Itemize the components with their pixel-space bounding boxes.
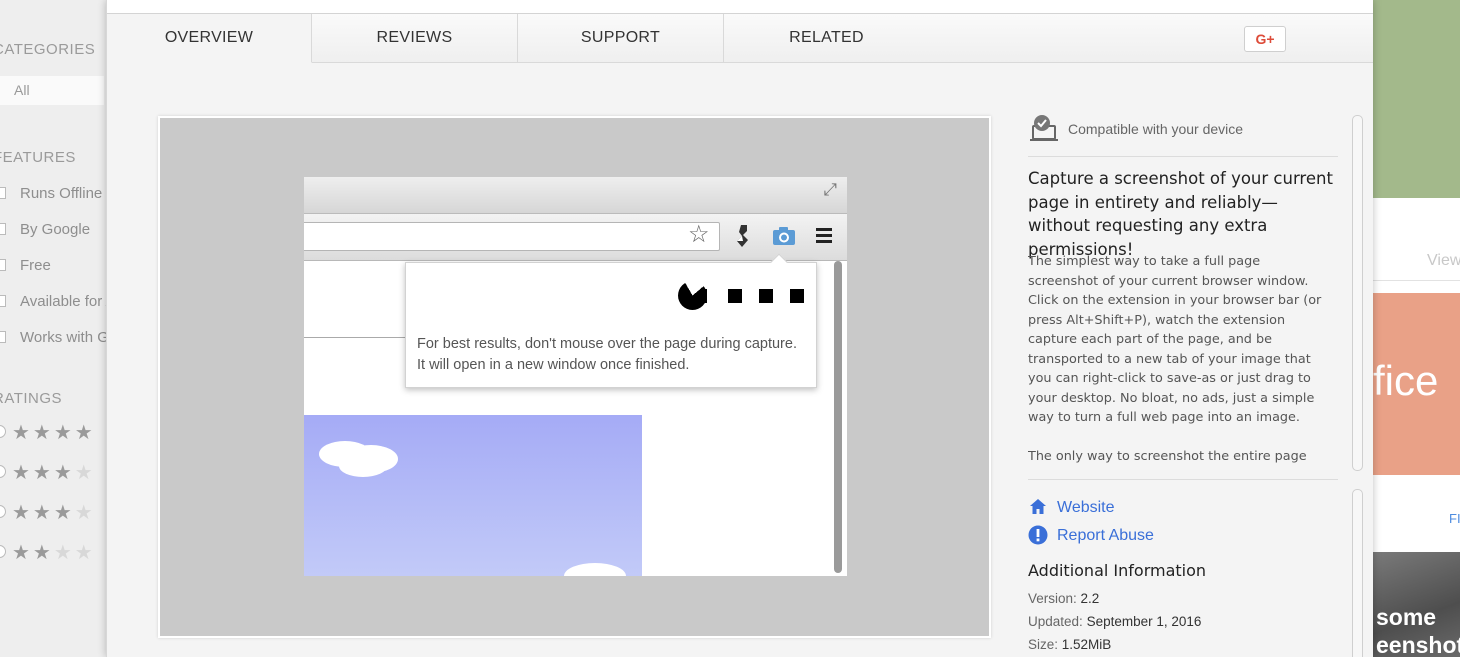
radio-icon[interactable] [0, 505, 6, 518]
screenshot-app-tile[interactable]: some eenshot [1373, 552, 1460, 657]
checkbox-icon[interactable] [0, 295, 6, 307]
checkbox-icon[interactable] [0, 331, 6, 343]
radio-icon[interactable] [0, 425, 6, 438]
divider [1028, 156, 1338, 157]
detail-tabs: OVERVIEW REVIEWS SUPPORT RELATED G+ [107, 14, 1373, 63]
screenshot-preview[interactable]: ⤢ ☆ For best results, don't mouse over t… [158, 116, 991, 638]
rating-filter-3[interactable]: ★★★★ [0, 460, 96, 485]
progress-dot [704, 289, 707, 303]
star-rating-icon: ★★★★ [12, 422, 96, 444]
tab-support[interactable]: SUPPORT [518, 14, 724, 63]
version-info: Version: 2.2 [1028, 591, 1099, 606]
menu-icon [816, 227, 832, 248]
star-rating-icon: ★★★★ [12, 542, 96, 564]
capture-progress-popup: For best results, don't mouse over the p… [405, 253, 817, 388]
tab-bar-filler: G+ [929, 14, 1373, 63]
ratings-heading: RATINGS [0, 390, 63, 407]
background-store-content: View fice FI some eenshot [1373, 0, 1460, 657]
tile-text-line: some [1376, 604, 1437, 630]
updated-label: Updated: [1028, 614, 1083, 629]
tab-reviews[interactable]: REVIEWS [312, 14, 518, 63]
office-app-tile[interactable]: fice [1373, 293, 1460, 475]
radio-icon[interactable] [0, 545, 6, 558]
additional-info-heading: Additional Information [1028, 561, 1207, 580]
popup-message: For best results, don't mouse over the p… [417, 336, 797, 373]
feature-label: Works with Google Drive [20, 329, 106, 346]
checkbox-icon[interactable] [0, 259, 6, 271]
progress-dot [728, 289, 742, 303]
extension-description: The simplest way to take a full page scr… [1028, 252, 1328, 463]
view-link[interactable]: View [1427, 252, 1460, 270]
camera-icon [772, 226, 796, 251]
cloud-shape [339, 455, 387, 477]
description-paragraph: The only way to screenshot the entire pa… [1028, 448, 1307, 464]
checkbox-icon[interactable] [0, 187, 6, 199]
radio-icon[interactable] [0, 465, 6, 478]
address-bar [304, 222, 720, 251]
compatibility-notice: Compatible with your device [1028, 114, 1338, 142]
star-rating-icon: ★★★★ [12, 502, 96, 524]
size-info: Size: 1.52MiB [1028, 637, 1111, 652]
background-store-sidebar: CATEGORIES All FEATURES Runs Offline By … [0, 0, 106, 657]
star-icon: ☆ [688, 221, 710, 248]
version-label: Version: [1028, 591, 1077, 606]
cloud-shape [564, 563, 626, 576]
compatibility-text: Compatible with your device [1068, 121, 1244, 137]
tile-text: fice [1373, 357, 1439, 404]
version-value: 2.2 [1080, 591, 1100, 606]
google-plus-share-button[interactable]: G+ [1244, 26, 1286, 52]
updated-info: Updated: September 1, 2016 [1028, 614, 1201, 629]
feature-label: Available for Android [20, 293, 106, 310]
tab-overview[interactable]: OVERVIEW [107, 14, 312, 63]
progress-dot [759, 289, 773, 303]
expand-icon: ⤢ [823, 180, 837, 199]
report-abuse-label[interactable]: Report Abuse [1057, 527, 1154, 545]
browser-title-bar: ⤢ [304, 177, 847, 213]
feature-checkbox[interactable]: Available for Android [0, 293, 106, 310]
home-icon [1029, 498, 1047, 520]
extension-headline: Capture a screenshot of your current pag… [1028, 169, 1333, 259]
feature-label: By Google [20, 221, 91, 238]
rating-filter-4[interactable]: ★★★★ [0, 420, 96, 445]
divider [1028, 479, 1338, 480]
tile-text-line: eenshot [1376, 632, 1460, 657]
dialog-header-strip [107, 0, 1373, 14]
feature-checkbox[interactable]: Works with Google Drive [0, 329, 106, 346]
divider [1373, 280, 1460, 281]
feature-label: Free [20, 257, 51, 274]
feature-checkbox[interactable]: Free [0, 257, 51, 274]
browser-scrollbar [834, 261, 842, 573]
description-paragraph: The simplest way to take a full page scr… [1028, 254, 1322, 425]
checkbox-icon[interactable] [0, 223, 6, 235]
size-value: 1.52MiB [1061, 637, 1112, 652]
sky-image [304, 415, 642, 576]
categories-heading: CATEGORIES [0, 41, 96, 58]
rating-filter-2[interactable]: ★★★★ [0, 540, 96, 565]
browser-toolbar: ☆ [304, 213, 847, 261]
tab-related[interactable]: RELATED [724, 14, 930, 63]
device-check-icon [1030, 114, 1060, 147]
app-link[interactable]: FI [1449, 511, 1460, 526]
size-label: Size: [1028, 637, 1059, 652]
extension-puzzle-icon [734, 223, 754, 254]
updated-value: September 1, 2016 [1086, 614, 1202, 629]
features-heading: FEATURES [0, 149, 76, 166]
alert-icon [1028, 525, 1048, 550]
progress-dot [790, 289, 804, 303]
feature-checkbox[interactable]: Runs Offline [0, 185, 102, 202]
details-scrollbar[interactable] [1352, 489, 1363, 657]
rating-filter-3b[interactable]: ★★★★ [0, 500, 96, 525]
star-rating-icon: ★★★★ [12, 462, 96, 484]
description-scrollbar[interactable] [1352, 115, 1363, 471]
feature-label: Runs Offline [20, 185, 103, 202]
feature-checkbox[interactable]: By Google [0, 221, 90, 238]
pacman-progress-icon [678, 281, 707, 310]
website-link-label[interactable]: Website [1057, 499, 1115, 517]
category-all[interactable]: All [0, 76, 104, 105]
app-tile-image[interactable] [1373, 0, 1460, 198]
extension-detail-dialog: OVERVIEW REVIEWS SUPPORT RELATED G+ ⤢ ☆ [106, 0, 1373, 657]
